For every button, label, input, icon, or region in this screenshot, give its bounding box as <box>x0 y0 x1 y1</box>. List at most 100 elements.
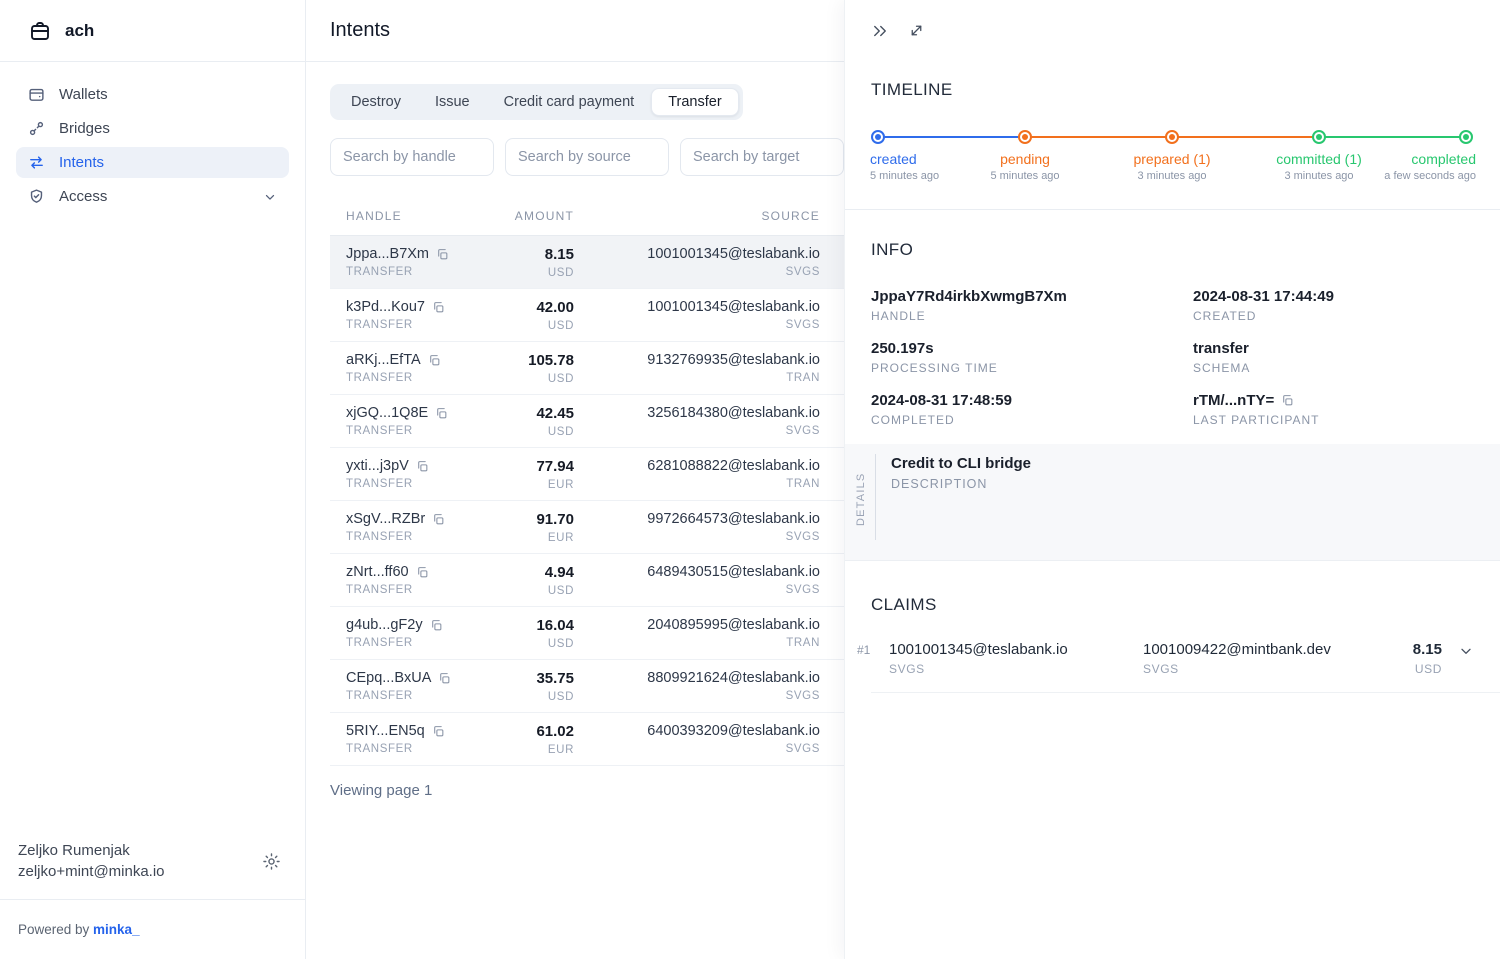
table-row[interactable]: zNrt...ff60TRANSFER4.94USD6489430515@tes… <box>330 554 844 607</box>
copy-icon[interactable] <box>435 407 448 420</box>
copy-icon[interactable] <box>432 513 445 526</box>
intent-type: TRANSFER <box>346 690 486 702</box>
sidebar: ach Wallets Bridges Intents <box>0 0 306 959</box>
table-row[interactable]: Jppa...B7XmTRANSFER8.15USD1001001345@tes… <box>330 236 844 289</box>
table-row[interactable]: 5RIY...EN5qTRANSFER61.02EUR6400393209@te… <box>330 713 844 766</box>
intent-source: 6281088822@teslabank.io <box>574 458 820 474</box>
intent-source-ledger: SVGS <box>574 319 820 331</box>
timeline-stepper: created pending prepared (1) committed (… <box>878 130 1466 194</box>
table-row[interactable]: CEpq...BxUATRANSFER35.75USD8809921624@te… <box>330 660 844 713</box>
claim-source: 1001001345@teslabank.io SVGS <box>889 641 1143 676</box>
chevron-down-icon[interactable] <box>1458 641 1474 659</box>
copy-icon[interactable] <box>432 301 445 314</box>
intent-handle: zNrt...ff60 <box>346 564 409 580</box>
shield-check-icon <box>28 188 45 205</box>
intent-currency: USD <box>486 426 574 438</box>
column-header-amount: AMOUNT <box>486 209 574 223</box>
table-row[interactable]: xSgV...RZBrTRANSFER91.70EUR9972664573@te… <box>330 501 844 554</box>
intent-source: 9132769935@teslabank.io <box>574 352 820 368</box>
ach-logo-icon <box>28 19 52 43</box>
powered-by-prefix: Powered by <box>18 922 93 937</box>
tab-destroy[interactable]: Destroy <box>334 88 418 116</box>
table-row[interactable]: yxti...j3pVTRANSFER77.94EUR6281088822@te… <box>330 448 844 501</box>
intent-type: TRANSFER <box>346 531 486 543</box>
intent-source-ledger: TRAN <box>574 478 820 490</box>
copy-icon[interactable] <box>432 725 445 738</box>
copy-icon[interactable] <box>416 566 429 579</box>
tab-transfer[interactable]: Transfer <box>651 88 738 116</box>
intent-currency: USD <box>486 373 574 385</box>
sidebar-footer: Zeljko Rumenjak zeljko+mint@minka.io Pow… <box>0 826 305 959</box>
wallet-icon <box>28 86 45 103</box>
sidebar-item-intents[interactable]: Intents <box>16 147 289 178</box>
timeline-step-label: pending <box>1000 151 1050 167</box>
info-field-processing-time: 250.197s PROCESSING TIME <box>871 340 1193 375</box>
intent-source: 1001001345@teslabank.io <box>574 246 820 262</box>
intent-type: TRANSFER <box>346 266 486 278</box>
claim-index: #1 <box>857 641 889 657</box>
search-by-source-input[interactable] <box>505 138 669 176</box>
info-grid: JppaY7Rd4irkbXwmgB7Xm HANDLE 2024-08-31 … <box>871 288 1474 427</box>
intent-source: 3256184380@teslabank.io <box>574 405 820 421</box>
sidebar-item-bridges[interactable]: Bridges <box>16 113 289 144</box>
gear-icon[interactable] <box>262 852 281 871</box>
tab-credit-card-payment[interactable]: Credit card payment <box>487 88 652 116</box>
claims-divider <box>871 692 1500 693</box>
copy-icon[interactable] <box>436 248 449 261</box>
powered-by: Powered by minka_ <box>0 899 305 959</box>
panel-divider <box>845 209 1500 210</box>
timeline-segment <box>1025 136 1172 138</box>
table-row[interactable]: g4ub...gF2yTRANSFER16.04USD2040895995@te… <box>330 607 844 660</box>
expand-panel-icon[interactable] <box>908 22 925 40</box>
search-by-handle-input[interactable] <box>330 138 494 176</box>
sidebar-item-access[interactable]: Access <box>16 181 289 212</box>
timeline-node-pending <box>1018 130 1032 144</box>
sidebar-item-wallets[interactable]: Wallets <box>16 79 289 110</box>
copy-icon[interactable] <box>428 354 441 367</box>
intent-detail-panel: TIMELINE created pending prepared (1) co… <box>844 0 1500 959</box>
search-by-target-input[interactable] <box>680 138 844 176</box>
intent-handle: xSgV...RZBr <box>346 511 425 527</box>
timeline-heading: TIMELINE <box>871 80 1474 100</box>
intent-amount: 91.70 <box>486 511 574 528</box>
chevron-down-icon <box>263 190 277 204</box>
timeline-step-time: 5 minutes ago <box>870 170 939 182</box>
intent-amount: 16.04 <box>486 617 574 634</box>
intent-handle: aRKj...EfTA <box>346 352 421 368</box>
timeline-node-committed <box>1312 130 1326 144</box>
copy-icon[interactable] <box>438 672 451 685</box>
copy-icon[interactable] <box>1281 394 1294 407</box>
minka-brand-link[interactable]: minka_ <box>93 922 140 937</box>
user-email: zeljko+mint@minka.io <box>18 861 165 883</box>
intent-source-ledger: SVGS <box>574 584 820 596</box>
sidebar-item-label: Bridges <box>59 120 110 137</box>
user-block: Zeljko Rumenjak zeljko+mint@minka.io <box>0 826 305 900</box>
timeline-step-label: committed (1) <box>1276 151 1362 167</box>
timeline-step-time: 3 minutes ago <box>1284 170 1353 182</box>
ledger-name: ach <box>65 21 94 41</box>
intent-handle: xjGQ...1Q8E <box>346 405 428 421</box>
timeline-segment <box>878 136 1025 138</box>
timeline-step-label: created <box>870 151 917 167</box>
bridge-plug-icon <box>28 120 45 137</box>
table-row[interactable]: xjGQ...1Q8ETRANSFER42.45USD3256184380@te… <box>330 395 844 448</box>
intent-handle: Jppa...B7Xm <box>346 246 429 262</box>
timeline-step-time: a few seconds ago <box>1384 170 1476 182</box>
copy-icon[interactable] <box>416 460 429 473</box>
intent-currency: USD <box>486 585 574 597</box>
collapse-panel-icon[interactable] <box>871 22 889 40</box>
intent-source-ledger: SVGS <box>574 690 820 702</box>
claim-row[interactable]: #1 1001001345@teslabank.io SVGS 10010094… <box>857 641 1474 676</box>
tab-issue[interactable]: Issue <box>418 88 487 116</box>
intent-amount: 77.94 <box>486 458 574 475</box>
copy-icon[interactable] <box>430 619 443 632</box>
timeline-step-label: prepared (1) <box>1133 151 1210 167</box>
sidebar-item-label: Access <box>59 188 107 205</box>
table-row[interactable]: aRKj...EfTATRANSFER105.78USD9132769935@t… <box>330 342 844 395</box>
column-header-handle: HANDLE <box>346 209 486 223</box>
intent-source-ledger: SVGS <box>574 425 820 437</box>
column-header-source: SOURCE <box>574 209 820 223</box>
intent-currency: EUR <box>486 744 574 756</box>
intent-amount: 35.75 <box>486 670 574 687</box>
table-row[interactable]: k3Pd...Kou7TRANSFER42.00USD1001001345@te… <box>330 289 844 342</box>
